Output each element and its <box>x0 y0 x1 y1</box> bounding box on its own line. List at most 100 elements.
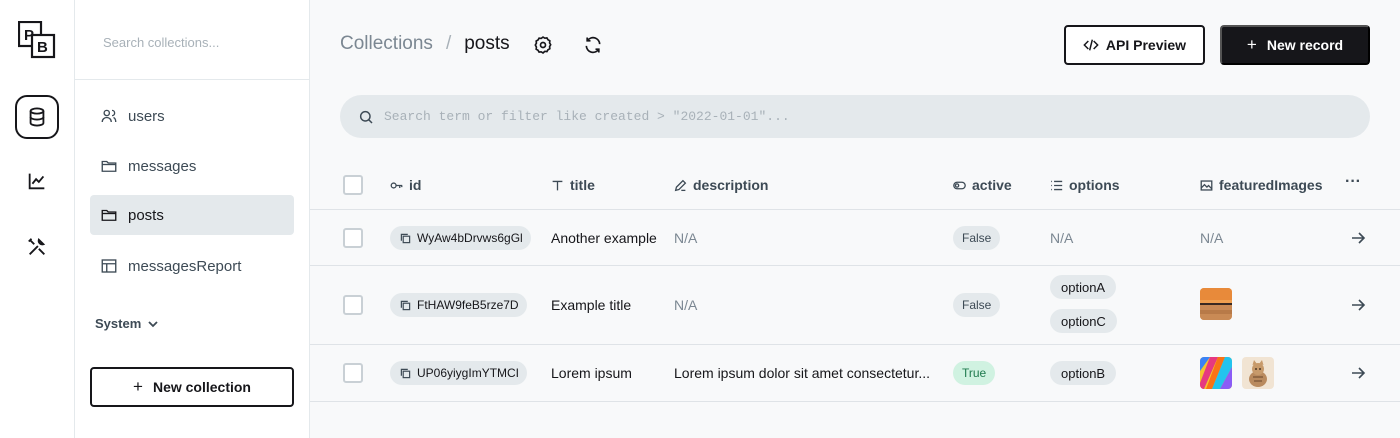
copy-icon <box>400 368 411 378</box>
cell-options: N/A <box>1050 230 1074 246</box>
row-checkbox[interactable] <box>343 295 363 315</box>
cell-description: Lorem ipsum dolor sit amet consectetur..… <box>674 365 930 381</box>
gear-icon <box>534 36 552 54</box>
refresh-icon <box>585 36 601 54</box>
sidebar-item-label: messages <box>128 157 197 175</box>
more-columns-button[interactable]: ··· <box>1345 173 1361 191</box>
arrow-right-icon[interactable] <box>1350 230 1366 246</box>
new-record-label: New record <box>1266 37 1344 53</box>
cell-title: Example title <box>551 297 632 313</box>
plus-icon: + <box>133 377 143 396</box>
cell-title: Lorem ipsum <box>551 365 632 381</box>
app-rail: P B <box>0 0 75 438</box>
pencil-icon <box>674 179 687 191</box>
collection-settings-button[interactable] <box>531 33 555 57</box>
rail-logs-button[interactable] <box>15 159 59 203</box>
option-chip: optionC <box>1050 309 1117 333</box>
row-checkbox[interactable] <box>343 363 363 383</box>
text-icon <box>552 180 563 190</box>
column-header-active[interactable]: active <box>953 177 1012 193</box>
chart-line-icon <box>28 173 45 190</box>
sidebar-item-label: users <box>128 107 165 125</box>
record-id: FtHAW9feB5rze7D <box>417 298 519 312</box>
option-chip: optionA <box>1050 275 1117 299</box>
rail-settings-button[interactable] <box>15 225 59 269</box>
cat-image[interactable] <box>1242 357 1274 389</box>
sidebar-item-label: messagesReport <box>128 257 242 275</box>
collections-search-box <box>75 0 309 80</box>
table-header: id title description active options feat… <box>310 160 1400 210</box>
users-icon <box>101 109 117 123</box>
folder-icon <box>101 160 117 172</box>
column-header-options[interactable]: options <box>1050 177 1120 193</box>
active-badge: False <box>953 226 1001 250</box>
arrow-right-icon[interactable] <box>1350 297 1366 313</box>
system-collections-toggle[interactable]: System <box>95 316 159 331</box>
copy-icon <box>400 233 411 243</box>
cell-title: Another example <box>551 230 657 246</box>
cell-description: N/A <box>674 230 698 246</box>
active-badge: True <box>953 361 996 385</box>
sidebar-item-messagesreport[interactable]: messagesReport <box>90 246 294 286</box>
record-search-input[interactable] <box>384 109 1284 124</box>
database-icon <box>29 107 45 127</box>
column-label: title <box>570 177 595 193</box>
copy-icon <box>400 300 411 310</box>
record-id-chip[interactable]: WyAw4bDrvws6gGl <box>390 226 531 250</box>
table-icon <box>101 259 117 273</box>
new-collection-label: New collection <box>152 379 251 395</box>
column-label: id <box>409 177 422 193</box>
chevron-down-icon <box>148 320 158 327</box>
beach-sunset-image[interactable] <box>1200 288 1232 320</box>
svg-text:B: B <box>37 39 48 56</box>
colorful-abstract-image[interactable] <box>1200 357 1232 389</box>
breadcrumb-collections[interactable]: Collections <box>340 33 433 55</box>
table-row[interactable]: WyAw4bDrvws6gGl Another example N/A Fals… <box>310 210 1400 266</box>
toggle-icon <box>953 181 966 189</box>
column-header-featuredimages[interactable]: featuredImages <box>1200 177 1322 193</box>
refresh-button[interactable] <box>581 33 605 57</box>
record-id: UP06yiygImYTMCI <box>417 366 520 380</box>
tools-icon <box>28 237 46 255</box>
image-icon <box>1200 179 1213 191</box>
key-icon <box>390 181 403 189</box>
column-label: featuredImages <box>1219 177 1323 193</box>
column-header-id[interactable]: id <box>390 177 421 193</box>
plus-icon: + <box>1246 35 1257 54</box>
select-all-checkbox[interactable] <box>343 175 363 195</box>
breadcrumb-separator: / <box>445 33 452 54</box>
record-id-chip[interactable]: UP06yiygImYTMCI <box>390 361 528 385</box>
folder-icon <box>101 209 117 221</box>
record-search-bar <box>340 95 1370 138</box>
collections-sidebar: users messages posts messagesReport Syst… <box>75 0 310 438</box>
api-preview-label: API Preview <box>1105 37 1187 53</box>
new-collection-button[interactable]: + New collection <box>90 367 294 407</box>
option-chip: optionB <box>1050 361 1117 385</box>
system-label: System <box>95 316 142 331</box>
list-icon <box>1051 180 1063 190</box>
column-label: options <box>1069 177 1120 193</box>
active-badge: False <box>953 293 1001 317</box>
column-header-title[interactable]: title <box>551 177 595 193</box>
sidebar-item-users[interactable]: users <box>90 96 294 136</box>
search-icon <box>359 110 373 124</box>
column-label: description <box>693 177 769 193</box>
record-id-chip[interactable]: FtHAW9feB5rze7D <box>390 293 527 317</box>
sidebar-item-label: posts <box>128 206 164 224</box>
column-label: active <box>972 177 1012 193</box>
table-row[interactable]: UP06yiygImYTMCI Lorem ipsum Lorem ipsum … <box>310 345 1400 402</box>
collections-search-input[interactable] <box>103 30 283 54</box>
rail-collections-button[interactable] <box>15 95 59 139</box>
pocketbase-logo[interactable]: P B <box>17 20 56 59</box>
row-checkbox[interactable] <box>343 228 363 248</box>
new-record-button[interactable]: + New record <box>1220 25 1370 65</box>
table-row[interactable]: FtHAW9feB5rze7D Example title N/A False … <box>310 266 1400 345</box>
cell-description: N/A <box>674 297 698 313</box>
column-header-description[interactable]: description <box>674 177 768 193</box>
sidebar-item-posts[interactable]: posts <box>90 195 294 235</box>
arrow-right-icon[interactable] <box>1350 365 1366 381</box>
api-preview-button[interactable]: API Preview <box>1064 25 1205 65</box>
breadcrumb-current: posts <box>464 33 510 54</box>
cell-featured-images: N/A <box>1200 230 1224 246</box>
sidebar-item-messages[interactable]: messages <box>90 146 294 186</box>
